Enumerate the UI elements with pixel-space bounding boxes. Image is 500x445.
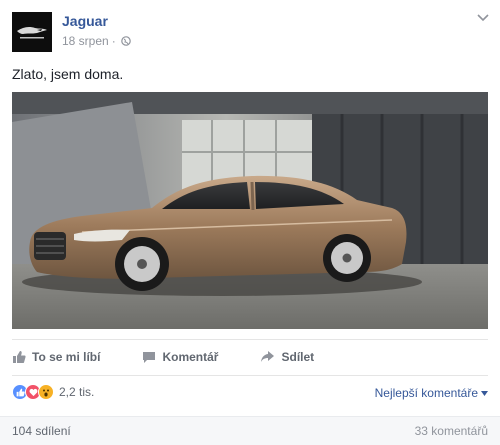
post-text: Zlato, jsem doma. <box>12 66 124 82</box>
shares-count[interactable]: 104 sdílení <box>12 424 71 438</box>
reactions-summary[interactable]: 2,2 tis. <box>12 384 94 400</box>
thumbs-up-icon <box>13 351 26 363</box>
post-footer: 104 sdílení 33 komentářů <box>0 416 500 445</box>
post-meta: 18 srpen · <box>62 34 131 48</box>
reaction-count[interactable]: 2,2 tis. <box>59 385 94 399</box>
post-actions: To se mi líbí Komentář Sdílet <box>12 346 488 368</box>
like-label: To se mi líbí <box>32 350 101 364</box>
comments-count[interactable]: 33 komentářů <box>415 424 488 438</box>
comment-label: Komentář <box>162 350 219 364</box>
share-button[interactable]: Sdílet <box>260 350 314 364</box>
facebook-post: Jaguar 18 srpen · Zlato, jsem doma. To s… <box>0 0 500 445</box>
share-arrow-icon <box>261 351 275 362</box>
globe-icon <box>120 36 131 46</box>
comment-sort-dropdown[interactable]: Nejlepší komentáře <box>375 386 488 400</box>
jaguar-car-photo-icon <box>12 92 488 329</box>
post-options-chevron-icon[interactable] <box>476 12 490 22</box>
post-image[interactable] <box>12 92 488 329</box>
like-button[interactable]: To se mi líbí <box>12 350 100 364</box>
comment-icon <box>143 352 156 363</box>
page-avatar[interactable] <box>12 12 52 52</box>
post-date[interactable]: 18 srpen <box>62 34 109 48</box>
meta-separator: · <box>111 34 116 48</box>
share-label: Sdílet <box>281 350 315 364</box>
page-name[interactable]: Jaguar <box>62 13 108 29</box>
jaguar-logo-icon <box>17 27 47 39</box>
actions-bottom-divider <box>12 375 488 376</box>
comment-sort-label: Nejlepší komentáře <box>374 386 478 400</box>
wow-reaction-icon <box>38 384 54 400</box>
caret-down-icon <box>481 390 488 396</box>
comment-button[interactable]: Komentář <box>142 350 218 364</box>
actions-top-divider <box>12 339 488 340</box>
